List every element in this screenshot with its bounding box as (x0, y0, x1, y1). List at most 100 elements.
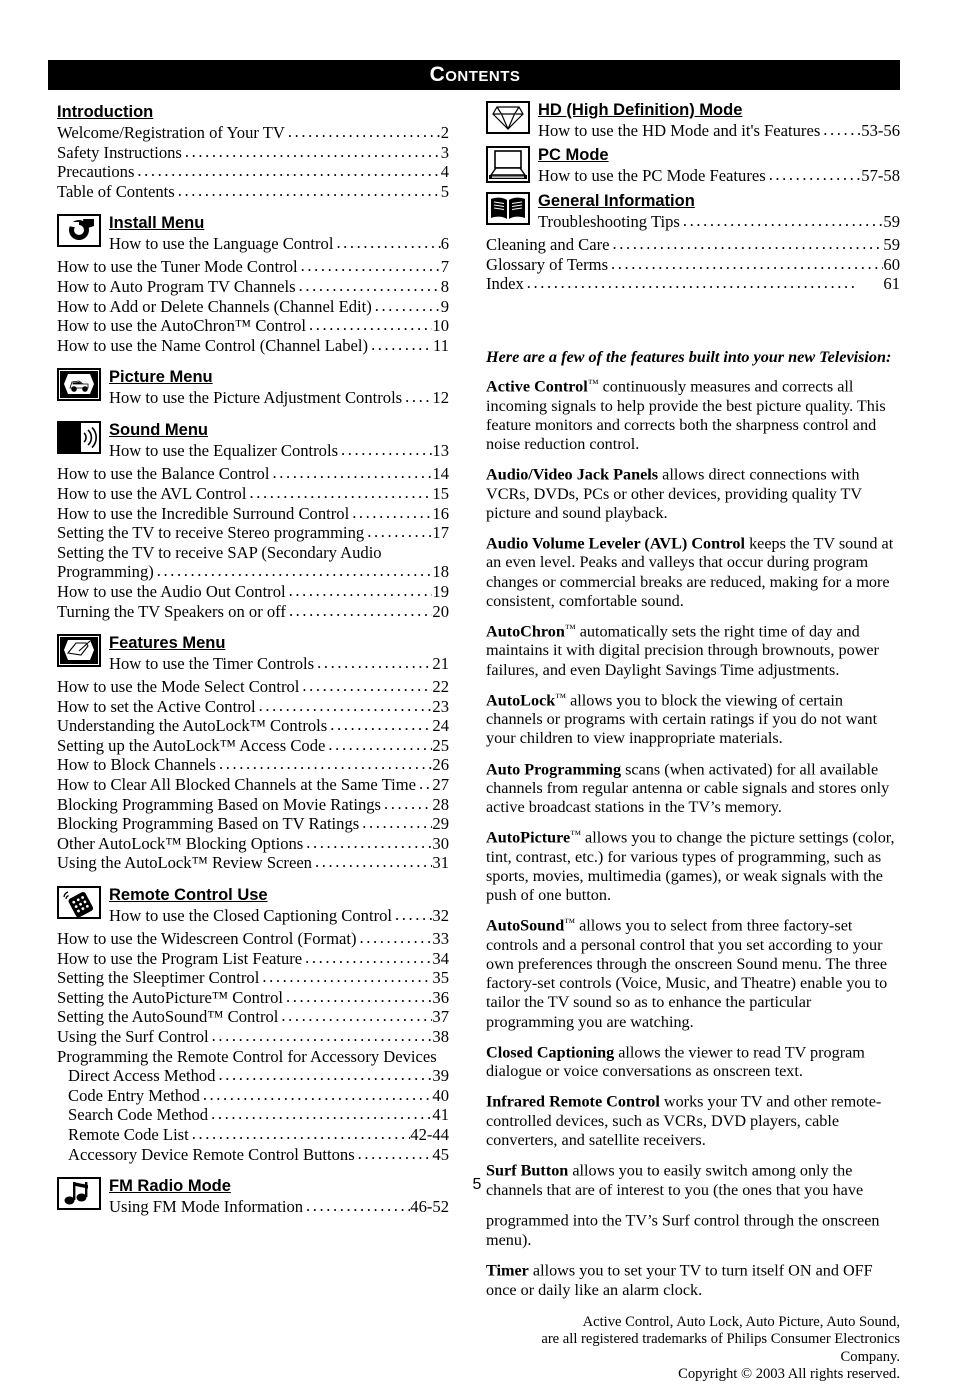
toc-entry-page: 46-52 (410, 1197, 449, 1217)
toc-entry-page: 30 (432, 833, 449, 853)
toc-entry[interactable]: Troubleshooting Tips ...................… (538, 212, 900, 232)
toc-entry[interactable]: Direct Access Method ...................… (57, 1066, 449, 1086)
feature-text: allows you to set your TV to turn itself… (486, 1261, 873, 1299)
toc-entry[interactable]: Setting the TV to receive Stereo program… (57, 523, 449, 543)
toc-entry[interactable]: How to use the Program List Feature ....… (57, 949, 449, 969)
toc-entry[interactable]: How to use the Equalizer Controls ......… (109, 441, 449, 461)
toc-entry-title: How to Block Channels (57, 755, 217, 775)
toc-entry[interactable]: How to use the Picture Adjustment Contro… (109, 388, 449, 408)
toc-entry[interactable]: Code Entry Method ......................… (57, 1086, 449, 1106)
toc-entry-page: 61 (883, 274, 900, 294)
toc-entry[interactable]: Blocking Programming Based on Movie Rati… (57, 795, 449, 815)
toc-entry-page: 14 (432, 464, 449, 484)
wrench-icon (57, 214, 101, 248)
toc-entry[interactable]: Blocking Programming Based on TV Ratings… (57, 814, 449, 834)
toc-entry[interactable]: How to use the PC Mode Features ........… (538, 166, 900, 186)
toc-entry[interactable]: Precautions ............................… (57, 162, 449, 182)
toc-entry[interactable]: Remote Code List .......................… (57, 1125, 449, 1145)
leader-dots: ........................................… (302, 677, 432, 696)
toc-entry-title: Search Code Method (68, 1105, 209, 1125)
toc-entry[interactable]: Glossary of Terms ......................… (486, 255, 900, 275)
toc-entry[interactable]: How to use the Mode Select Control .....… (57, 677, 449, 697)
toc-entry[interactable]: Other AutoLock™ Blocking Options .......… (57, 834, 449, 854)
toc-entry-page: 33 (432, 929, 449, 949)
toc-entry[interactable]: Understanding the AutoLock™ Controls ...… (57, 716, 449, 736)
toc-entry[interactable]: Setting the AutoPicture™ Control .......… (57, 988, 449, 1008)
toc-entry[interactable]: Search Code Method .....................… (57, 1105, 449, 1125)
feature-term: Infrared Remote Control (486, 1093, 660, 1112)
toc-entry[interactable]: Setting the AutoSound™ Control .........… (57, 1007, 449, 1027)
toc-entry-page: 15 (432, 483, 449, 503)
toc-entry[interactable]: How to use the Balance Control .........… (57, 464, 449, 484)
toc-entry-title-line2: Programming) (57, 562, 154, 582)
feature-term: Audio Volume Leveler (AVL) Control (486, 534, 746, 553)
toc-entry[interactable]: Accessory Device Remote Control Buttons … (57, 1145, 449, 1165)
toc-entry[interactable]: Turning the TV Speakers on or off ......… (57, 602, 449, 622)
toc-entry[interactable]: Programming the Remote Control for Acces… (57, 1047, 449, 1067)
toc-entry-continuation[interactable]: Programming) ...........................… (57, 562, 449, 582)
toc-section-hd-mode: HD (High Definition) Mode How to use the… (486, 100, 900, 144)
section-heading-sound-menu: Sound Menu (109, 421, 208, 440)
toc-entry[interactable]: Welcome/Registration of Your TV ........… (57, 123, 449, 143)
toc-entry[interactable]: Safety Instructions ....................… (57, 143, 449, 163)
toc-entry[interactable]: How to use the Incredible Surround Contr… (57, 504, 449, 524)
toc-entry[interactable]: Setting the TV to receive SAP (Secondary… (57, 543, 449, 563)
leader-dots: ........................................… (341, 441, 432, 460)
contents-banner: Contents (48, 60, 900, 90)
toc-entry-title: How to use the Name Control (Channel Lab… (57, 335, 369, 355)
toc-entry[interactable]: Setting the Sleeptimer Control .........… (57, 968, 449, 988)
toc-entry-page: 19 (432, 581, 449, 601)
section-heading-hd-mode: HD (High Definition) Mode (538, 101, 743, 119)
toc-entry[interactable]: Using the AutoLock™ Review Screen ......… (57, 853, 449, 873)
feature-term: AutoPicture (486, 829, 571, 848)
toc-entry-title: How to use the Tuner Mode Control (57, 257, 298, 277)
toc-entry[interactable]: How to use the Closed Captioning Control… (109, 906, 449, 926)
trademark-mark: ™ (564, 917, 576, 930)
toc-entry[interactable]: Setting up the AutoLock™ Access Code ...… (57, 736, 449, 756)
diamond-icon (486, 101, 530, 134)
toc-entry[interactable]: How to Block Channels ..................… (57, 755, 449, 775)
toc-entry-title: How to use the Picture Adjustment Contro… (109, 388, 403, 408)
toc-entry[interactable]: How to use the AutoChron™ Control ......… (57, 316, 449, 336)
toc-entry[interactable]: How to use the Name Control (Channel Lab… (57, 336, 449, 356)
section-heading-install-menu: Install Menu (109, 214, 205, 233)
toc-entry[interactable]: How to Auto Program TV Channels ........… (57, 277, 449, 297)
leader-dots: ........................................… (272, 464, 433, 483)
toc-entry-title: How to use the PC Mode Features (538, 166, 766, 185)
toc-entry[interactable]: Table of Contents ......................… (57, 182, 449, 202)
toc-entry-title: How to use the Equalizer Controls (109, 441, 339, 461)
toc-entry[interactable]: How to Clear All Blocked Channels at the… (57, 775, 449, 795)
toc-entry-page: 39 (432, 1066, 449, 1086)
toc-entry[interactable]: How to use the Timer Controls ..........… (109, 654, 449, 674)
leader-dots: ........................................… (258, 696, 433, 715)
toc-entry[interactable]: How to Add or Delete Channels (Channel E… (57, 297, 449, 317)
toc-entry-page: 29 (432, 814, 449, 834)
toc-entry[interactable]: How to set the Active Control ..........… (57, 697, 449, 717)
leader-dots: ........................................… (823, 121, 861, 139)
toc-entry[interactable]: Index ..................................… (486, 274, 900, 294)
feature-term: AutoSound (486, 917, 565, 936)
toc-entry-title: How to Auto Program TV Channels (57, 276, 296, 296)
toc-entry[interactable]: How to use the HD Mode and it's Features… (538, 121, 900, 141)
toc-entry-title: Safety Instructions (57, 142, 182, 162)
toc-entry[interactable]: Using the Surf Control .................… (57, 1027, 449, 1047)
toc-entry[interactable]: Cleaning and Care ......................… (486, 235, 900, 255)
toc-entry[interactable]: How to use the Widescreen Control (Forma… (57, 929, 449, 949)
toc-entry[interactable]: Using FM Mode Information ..............… (109, 1197, 449, 1217)
toc-section-features-menu: Features Menu How to use the Timer Contr… (57, 633, 449, 677)
toc-entry[interactable]: How to use the Language Control ........… (109, 234, 449, 254)
toc-entry[interactable]: How to use the Tuner Mode Control ......… (57, 257, 449, 277)
toc-entry[interactable]: How to use the AVL Control .............… (57, 484, 449, 504)
toc-entry-title: How to use the Language Control (109, 234, 334, 254)
leader-dots: ........................................… (526, 274, 858, 293)
toc-entry[interactable]: How to use the Audio Out Control .......… (57, 582, 449, 602)
toc-section-install-menu: Install Menu How to use the Language Con… (57, 213, 449, 257)
leader-dots: ........................................… (612, 235, 884, 253)
toc-section-general-information: General Information Troubleshooting Tips… (486, 191, 900, 235)
toc-entry-title: Turning the TV Speakers on or off (57, 601, 286, 621)
feature-paragraph: Audio Volume Leveler (AVL) Control keeps… (486, 532, 900, 611)
features-intro: Here are a few of the features built int… (486, 347, 892, 366)
toc-section-picture-menu: Picture Menu How to use the Picture Adju… (57, 367, 449, 411)
leader-dots: ........................................… (405, 388, 433, 407)
feature-term: Active Control (486, 377, 588, 396)
